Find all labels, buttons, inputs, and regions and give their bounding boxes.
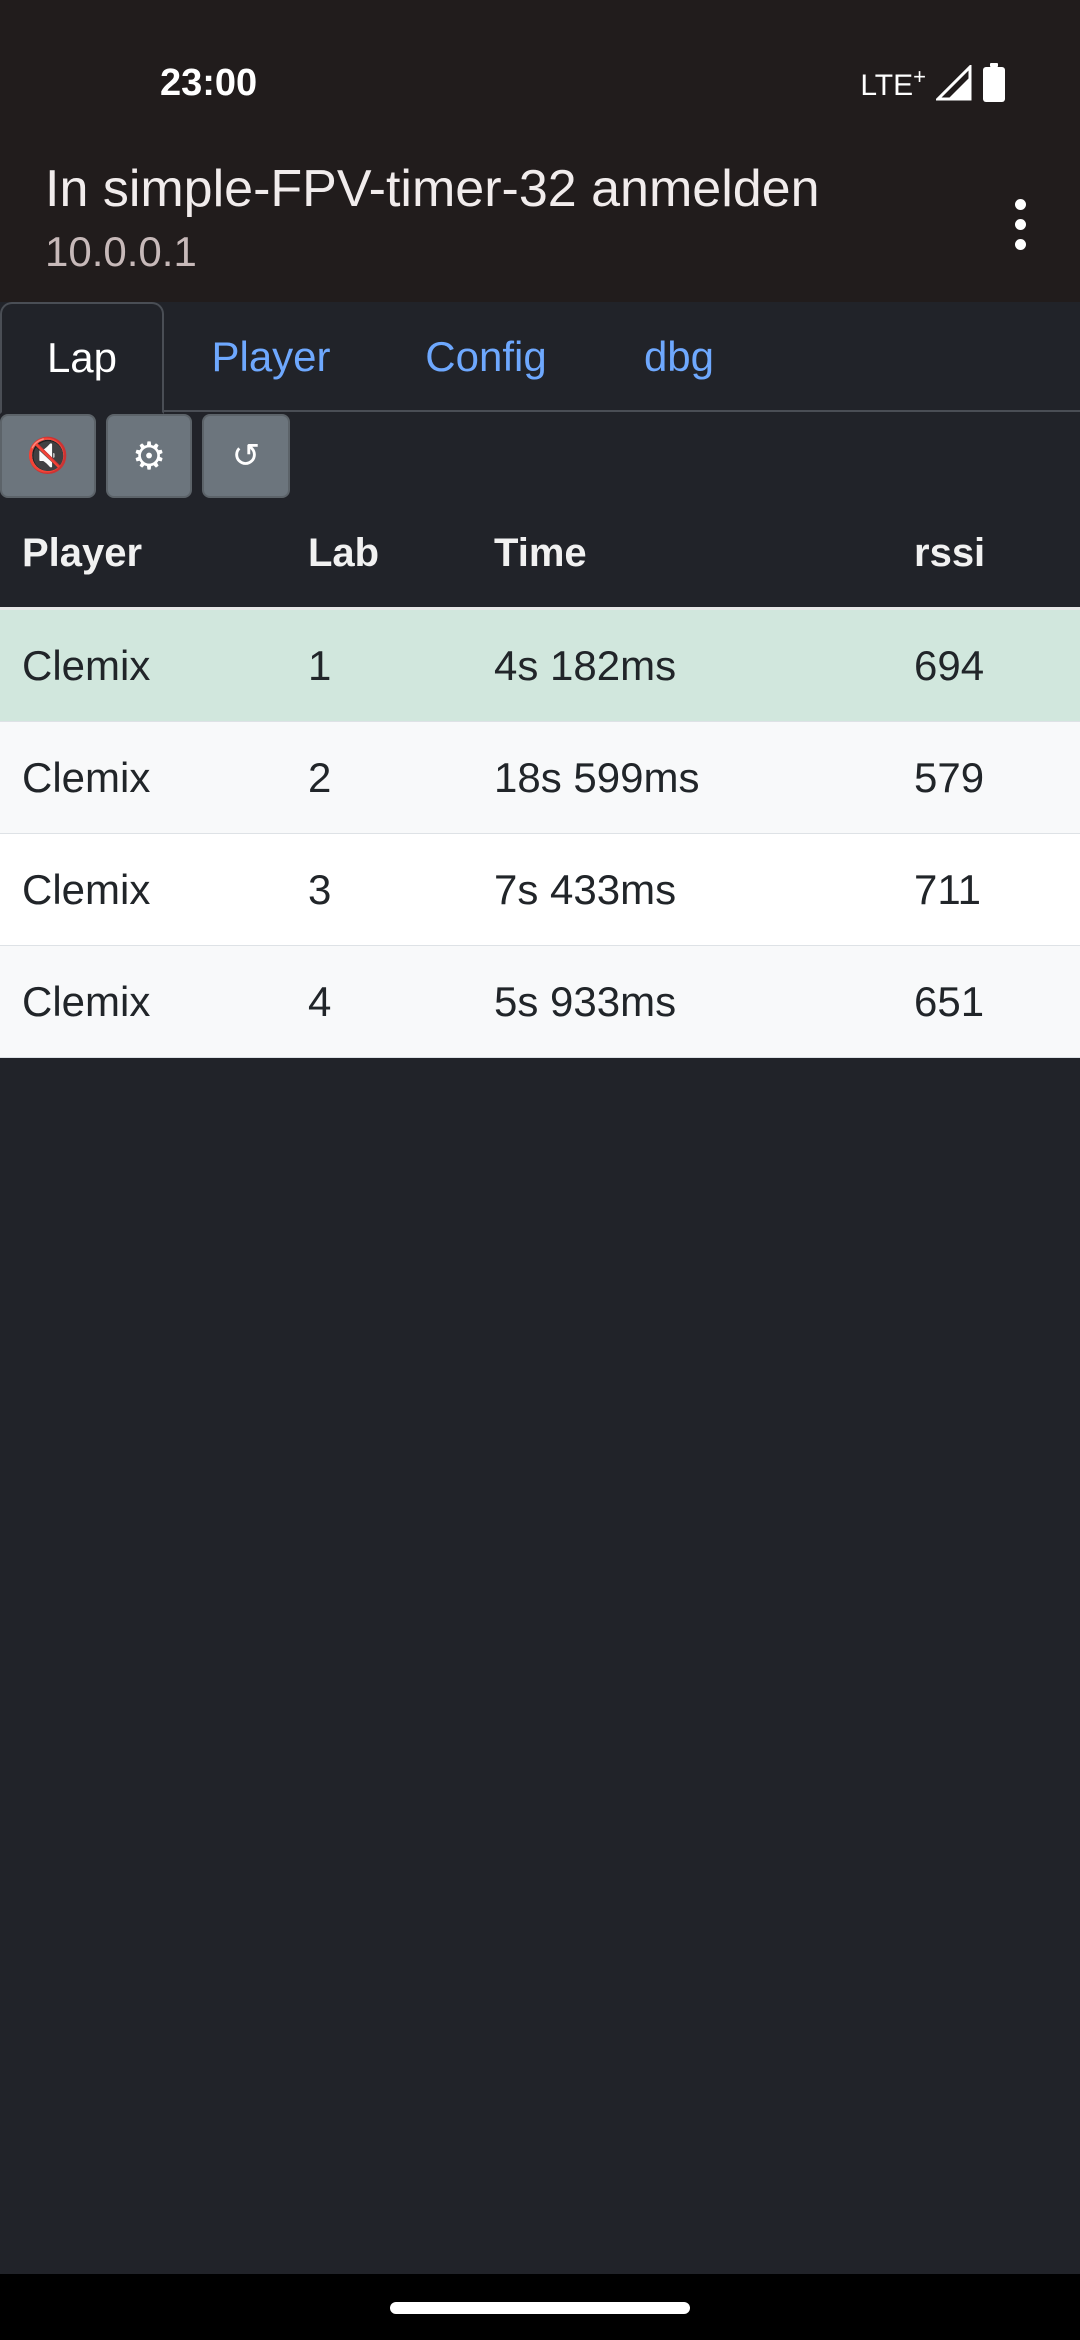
table-row: Clemix 4 5s 933ms 651 bbox=[0, 946, 1080, 1058]
table-row: Clemix 3 7s 433ms 711 bbox=[0, 834, 1080, 946]
header-time: Time bbox=[494, 531, 587, 575]
table-row: Clemix 1 4s 182ms 694 bbox=[0, 610, 1080, 722]
reset-button[interactable]: ↺ bbox=[202, 414, 290, 498]
cell-time: 7s 433ms bbox=[494, 865, 677, 913]
cell-lap: 4 bbox=[308, 977, 332, 1025]
cell-rssi: 651 bbox=[914, 977, 985, 1025]
settings-icon: ⚙ bbox=[131, 435, 167, 478]
header-rssi: rssi bbox=[914, 531, 986, 575]
status-time: 23:00 bbox=[160, 62, 258, 104]
tab-config[interactable]: Config bbox=[398, 302, 574, 412]
cell-time: 18s 599ms bbox=[494, 753, 700, 801]
reset-icon: ↺ bbox=[231, 437, 261, 475]
network-type: LTE+ bbox=[860, 64, 926, 103]
network-plus: + bbox=[913, 63, 926, 89]
status-bar: 23:00 LTE+ bbox=[0, 0, 1080, 165]
table-row: Clemix 2 18s 599ms 579 bbox=[0, 722, 1080, 834]
table-header: Player Lab Time rssi bbox=[0, 500, 1080, 610]
page-subtitle: 10.0.0.1 bbox=[45, 228, 197, 275]
network-label: LTE bbox=[860, 68, 914, 102]
cell-lap: 1 bbox=[308, 641, 332, 689]
cell-rssi: 579 bbox=[914, 753, 985, 801]
navigation-bar bbox=[0, 2274, 1080, 2340]
cell-time: 5s 933ms bbox=[494, 977, 677, 1025]
tab-lap[interactable]: Lap bbox=[0, 302, 164, 414]
cell-rssi: 711 bbox=[914, 865, 981, 913]
status-icons: LTE+ bbox=[860, 60, 1006, 106]
header-lab: Lab bbox=[308, 531, 380, 575]
cell-rssi: 694 bbox=[914, 641, 985, 689]
cell-time: 4s 182ms bbox=[494, 641, 677, 689]
more-options-icon[interactable] bbox=[990, 184, 1050, 264]
tab-dbg[interactable]: dbg bbox=[620, 302, 738, 412]
cell-lap: 2 bbox=[308, 753, 332, 801]
header-player: Player bbox=[22, 531, 143, 575]
settings-button[interactable]: ⚙ bbox=[106, 414, 192, 498]
home-gesture-handle[interactable] bbox=[390, 2302, 690, 2314]
cell-player: Clemix bbox=[22, 641, 151, 689]
page-title: In simple-FPV-timer-32 anmelden bbox=[45, 160, 820, 218]
cell-player: Clemix bbox=[22, 753, 151, 801]
cell-player: Clemix bbox=[22, 977, 151, 1025]
mute-icon: 🔇 bbox=[26, 437, 70, 475]
mute-button[interactable]: 🔇 bbox=[0, 414, 96, 498]
signal-icon bbox=[936, 65, 972, 101]
cell-player: Clemix bbox=[22, 865, 151, 913]
tab-bar: Lap Player Config dbg bbox=[0, 302, 1080, 414]
app-bar: In simple-FPV-timer-32 anmelden 10.0.0.1 bbox=[0, 150, 1080, 302]
cell-lap: 3 bbox=[308, 865, 332, 913]
battery-icon bbox=[983, 63, 1005, 102]
tab-player[interactable]: Player bbox=[186, 302, 356, 412]
